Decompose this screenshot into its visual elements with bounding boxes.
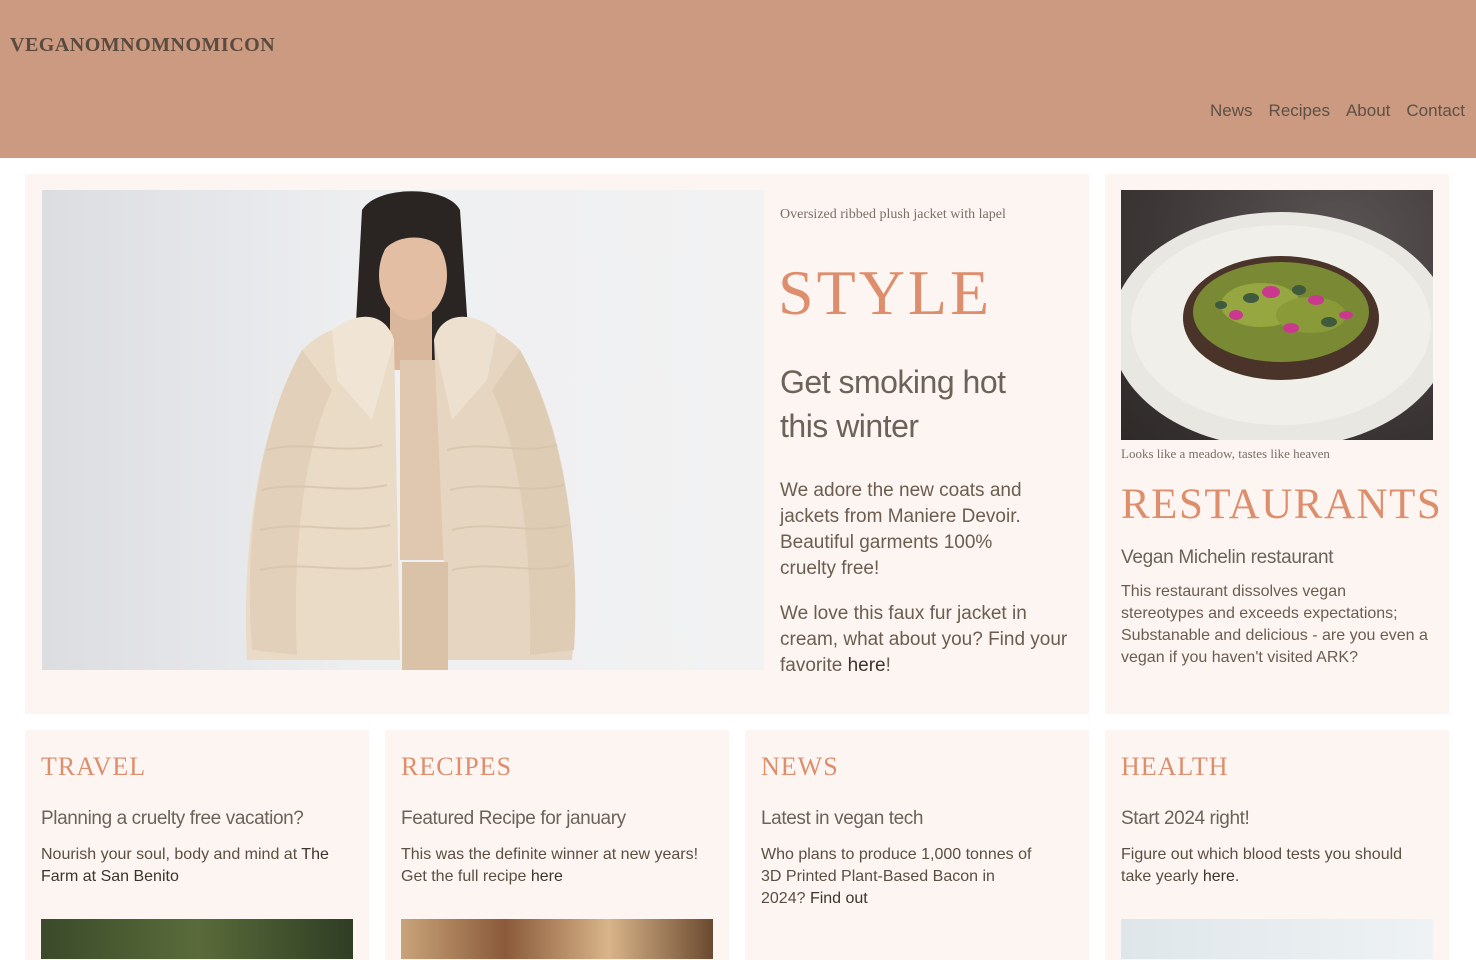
hero-paragraph-2-text: We love this faux fur jacket in cream, w…: [780, 603, 1068, 676]
restaurants-subheading: Vegan Michelin restaurant: [1121, 547, 1334, 568]
news-card: NEWS Latest in vegan tech Who plans to p…: [745, 730, 1089, 960]
hero-caption: Oversized ribbed plush jacket with lapel: [780, 207, 1006, 222]
site-header: VEGANOMNOMNOMICON News Recipes About Con…: [0, 0, 1476, 158]
jacket-here-link[interactable]: here: [848, 655, 886, 676]
nav-recipes[interactable]: Recipes: [1269, 101, 1330, 121]
restaurants-heading: RESTAURANTS: [1121, 481, 1443, 528]
health-card: HEALTH Start 2024 right! Figure out whic…: [1105, 730, 1449, 960]
recipe-photo: [401, 919, 713, 959]
nav-contact[interactable]: Contact: [1406, 101, 1465, 121]
news-body: Who plans to produce 1,000 tonnes of 3D …: [761, 844, 1043, 910]
site-logo[interactable]: VEGANOMNOMNOMICON: [10, 34, 275, 57]
health-photo: [1121, 919, 1433, 959]
news-heading: NEWS: [761, 752, 839, 781]
plated-dish-illustration: [1121, 212, 1433, 440]
faux-fur-jacket-photo: [42, 190, 764, 670]
jacket-model-illustration: [245, 191, 576, 670]
recipes-body: This was the definite winner at new year…: [401, 844, 701, 888]
find-out-link[interactable]: Find out: [810, 890, 868, 907]
health-body-text: Figure out which blood tests you should …: [1121, 846, 1403, 885]
health-heading: HEALTH: [1121, 752, 1229, 781]
recipes-card: RECIPES Featured Recipe for january This…: [385, 730, 729, 960]
nav-about[interactable]: About: [1346, 101, 1390, 121]
vegan-dish-photo: [1121, 190, 1433, 440]
hero-paragraph-2-end: !: [885, 655, 891, 676]
blood-tests-here-link[interactable]: here: [1203, 868, 1235, 885]
restaurant-caption: Looks like a meadow, tastes like heaven: [1121, 446, 1330, 461]
travel-card: TRAVEL Planning a cruelty free vacation?…: [25, 730, 369, 960]
travel-body: Nourish your soul, body and mind at The …: [41, 844, 341, 888]
hero-paragraph-1: We adore the new coats and jackets from …: [780, 480, 1022, 579]
main-nav: News Recipes About Contact: [1210, 101, 1465, 121]
style-feature-card: Oversized ribbed plush jacket with lapel…: [25, 174, 1089, 714]
recipes-subheading: Featured Recipe for january: [401, 808, 626, 829]
health-body: Figure out which blood tests you should …: [1121, 844, 1421, 888]
recipes-heading: RECIPES: [401, 752, 513, 781]
health-body-end: .: [1234, 868, 1240, 885]
nav-news[interactable]: News: [1210, 101, 1253, 121]
news-subheading: Latest in vegan tech: [761, 808, 924, 829]
travel-subheading: Planning a cruelty free vacation?: [41, 808, 304, 829]
recipe-here-link[interactable]: here: [531, 868, 563, 885]
travel-photo: [41, 919, 353, 959]
travel-heading: TRAVEL: [41, 752, 147, 781]
health-subheading: Start 2024 right!: [1121, 808, 1250, 829]
restaurants-card: Looks like a meadow, tastes like heaven …: [1105, 174, 1449, 714]
travel-body-text: Nourish your soul, body and mind at: [41, 846, 302, 863]
style-heading: STYLE: [778, 257, 993, 328]
hero-paragraph-2: We love this faux fur jacket in cream, w…: [780, 601, 1075, 679]
hero-subheading: Get smoking hot this winter: [780, 364, 1006, 444]
news-body-text: Who plans to produce 1,000 tonnes of 3D …: [761, 846, 1032, 907]
restaurants-body: This restaurant dissolves vegan stereoty…: [1121, 583, 1428, 666]
